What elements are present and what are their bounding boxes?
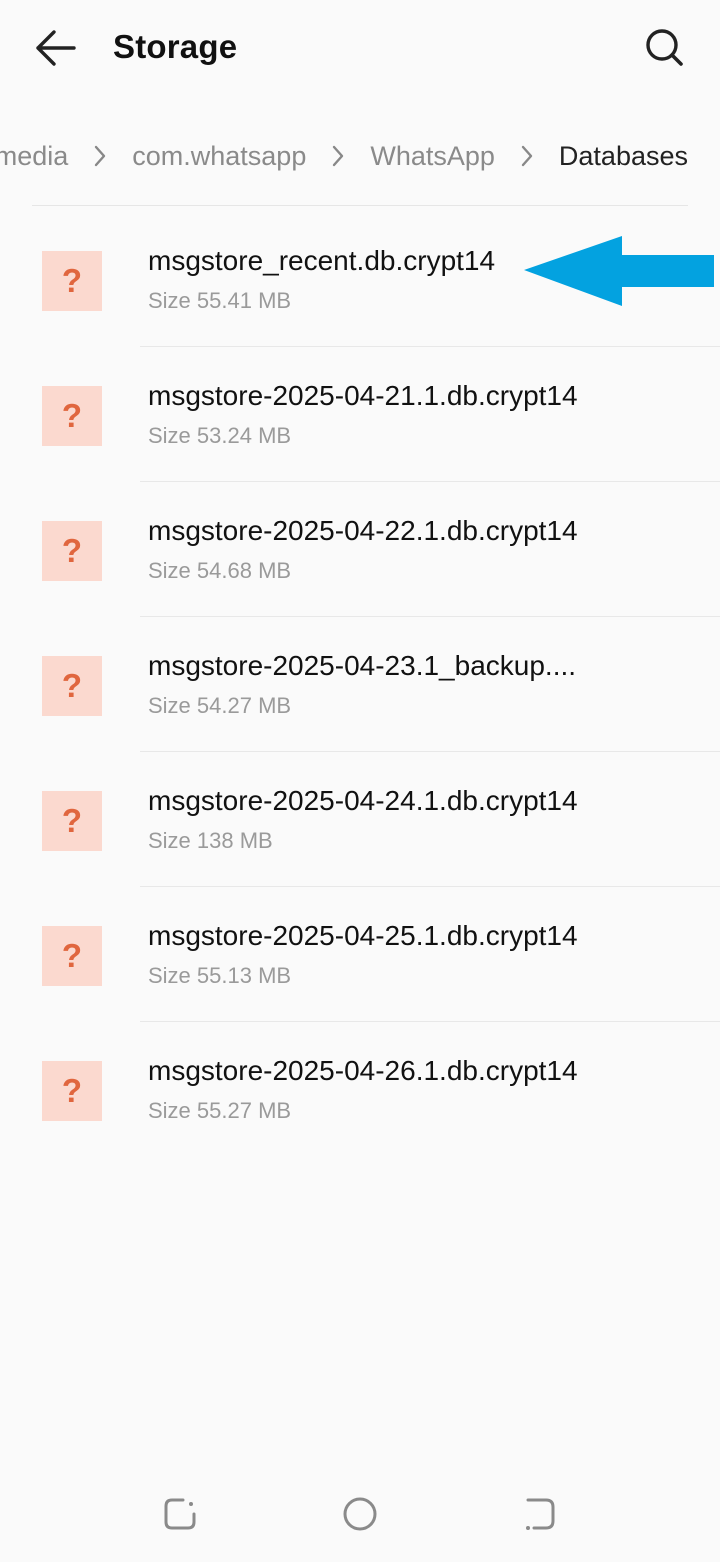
recents-icon	[164, 1498, 196, 1530]
file-size: Size 55.41 MB	[148, 288, 292, 313]
file-row[interactable]: ? msgstore-2025-04-23.1_backup.... Size …	[0, 617, 720, 752]
file-size: Size 53.24 MB	[148, 423, 292, 448]
file-name: msgstore-2025-04-25.1.db.crypt14	[148, 920, 578, 951]
unknown-file-icon: ?	[42, 926, 102, 986]
file-name: msgstore-2025-04-26.1.db.crypt14	[148, 1055, 578, 1086]
breadcrumb-item-whatsapp[interactable]: WhatsApp	[370, 141, 495, 172]
unknown-file-icon: ?	[42, 521, 102, 581]
unknown-file-icon: ?	[42, 1061, 102, 1121]
unknown-file-icon: ?	[42, 656, 102, 716]
file-row[interactable]: ? msgstore-2025-04-22.1.db.crypt14 Size …	[0, 482, 720, 617]
breadcrumb-item-databases[interactable]: Databases	[559, 141, 688, 172]
file-name: msgstore-2025-04-24.1.db.crypt14	[148, 785, 578, 816]
file-size: Size 55.13 MB	[148, 963, 292, 988]
recents-button[interactable]	[160, 1494, 200, 1534]
blue-arrow-icon	[524, 236, 714, 306]
file-row[interactable]: ? msgstore-2025-04-24.1.db.crypt14 Size …	[0, 752, 720, 887]
page-title: Storage	[113, 28, 238, 65]
unknown-file-icon: ?	[42, 791, 102, 851]
breadcrumb-item-com-whatsapp[interactable]: com.whatsapp	[132, 141, 306, 172]
file-row[interactable]: ? msgstore-2025-04-25.1.db.crypt14 Size …	[0, 887, 720, 1022]
file-name: msgstore-2025-04-23.1_backup....	[148, 650, 577, 681]
file-name: msgstore_recent.db.crypt14	[148, 245, 496, 276]
file-row[interactable]: ? msgstore-2025-04-21.1.db.crypt14 Size …	[0, 347, 720, 482]
file-size: Size 54.27 MB	[148, 693, 292, 718]
app-header: Storage	[0, 0, 720, 100]
file-size: Size 54.68 MB	[148, 558, 292, 583]
file-row[interactable]: ? msgstore-2025-04-26.1.db.crypt14 Size …	[0, 1022, 720, 1157]
chevron-right-icon	[328, 141, 348, 171]
file-name: msgstore-2025-04-21.1.db.crypt14	[148, 380, 578, 411]
back-button[interactable]	[30, 26, 82, 70]
unknown-file-icon: ?	[42, 386, 102, 446]
chevron-right-icon	[90, 141, 110, 171]
file-size: Size 138 MB	[148, 828, 273, 853]
breadcrumb: media com.whatsapp WhatsApp Databases	[0, 130, 720, 182]
search-icon	[646, 29, 683, 66]
file-list: ? msgstore_recent.db.crypt14 Size 55.41 …	[0, 212, 720, 1157]
back-gesture-icon	[526, 1498, 555, 1530]
header-divider	[32, 205, 688, 206]
file-name: msgstore-2025-04-22.1.db.crypt14	[148, 515, 578, 546]
search-button[interactable]	[640, 24, 688, 72]
chevron-right-icon	[517, 141, 537, 171]
unknown-file-icon: ?	[42, 251, 102, 311]
back-gesture-button[interactable]	[520, 1494, 560, 1534]
file-size: Size 55.27 MB	[148, 1098, 292, 1123]
home-button[interactable]	[340, 1494, 380, 1534]
arrow-left-icon	[36, 30, 76, 66]
breadcrumb-item-media[interactable]: media	[0, 141, 68, 172]
system-nav-bar	[0, 1480, 720, 1550]
home-icon	[343, 1497, 377, 1531]
